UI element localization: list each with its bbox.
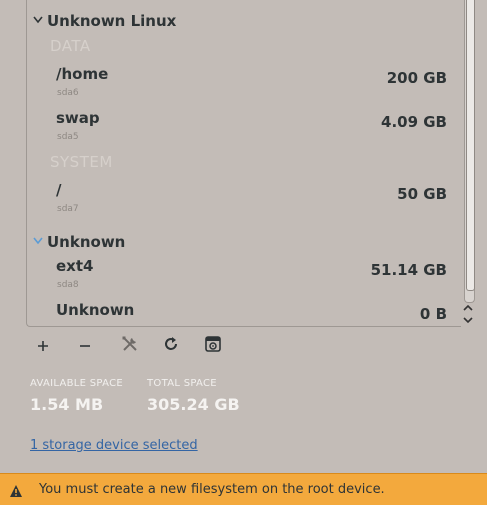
partition-name-ext4[interactable]: ext4	[56, 257, 93, 275]
chevron-down-icon[interactable]	[32, 16, 44, 27]
section-label-data: DATA	[50, 37, 91, 55]
refresh-button[interactable]	[156, 334, 198, 358]
partition-size-home: 200 GB	[386, 69, 447, 87]
group-header-unknown-linux[interactable]: Unknown Linux	[32, 12, 176, 30]
partition-size-swap: 4.09 GB	[381, 113, 447, 131]
vertical-scrollbar[interactable]	[461, 0, 475, 328]
partition-device-ext4: sda8	[57, 280, 79, 290]
partition-toolbar	[30, 334, 240, 358]
remove-partition-button[interactable]	[72, 334, 114, 358]
remove-icon	[79, 337, 91, 356]
partition-name-unknown[interactable]: Unknown	[56, 301, 134, 319]
warning-infobar: You must create a new filesystem on the …	[0, 473, 487, 505]
group-header-unknown[interactable]: Unknown	[32, 233, 125, 251]
format-disk-button[interactable]	[198, 334, 240, 358]
partition-size-root: 50 GB	[397, 185, 447, 203]
scroll-up-icon[interactable]	[462, 303, 474, 315]
configure-icon	[121, 335, 139, 357]
total-space-label: TOTAL SPACE	[147, 378, 217, 389]
partition-name-root[interactable]: /	[56, 181, 61, 199]
warning-icon	[9, 483, 23, 497]
scroll-down-icon[interactable]	[462, 315, 474, 327]
add-icon	[37, 337, 49, 356]
section-label-system: SYSTEM	[50, 153, 113, 171]
group-label: Unknown	[47, 233, 126, 251]
add-partition-button[interactable]	[30, 334, 72, 358]
storage-device-link[interactable]: 1 storage device selected	[30, 438, 198, 453]
partition-device-swap: sda5	[57, 132, 79, 142]
total-space-value: 305.24 GB	[147, 395, 240, 414]
partition-size-ext4: 51.14 GB	[370, 261, 447, 279]
format-disk-icon	[205, 336, 221, 356]
partition-name-home[interactable]: /home	[56, 65, 108, 83]
group-label: Unknown Linux	[47, 12, 177, 30]
partition-device-root: sda7	[57, 204, 79, 214]
available-space-value: 1.54 MB	[30, 395, 104, 414]
scroll-thumb[interactable]	[466, 0, 475, 291]
configure-partition-button[interactable]	[114, 334, 156, 358]
refresh-icon	[163, 336, 179, 356]
partition-size-unknown: 0 B	[419, 305, 447, 323]
warning-message: You must create a new filesystem on the …	[39, 482, 385, 497]
chevron-down-icon[interactable]	[32, 237, 44, 248]
available-space-label: AVAILABLE SPACE	[30, 378, 123, 389]
partition-name-swap[interactable]: swap	[56, 109, 100, 127]
scroll-trough[interactable]	[464, 0, 475, 303]
partition-device-home: sda6	[57, 88, 79, 98]
